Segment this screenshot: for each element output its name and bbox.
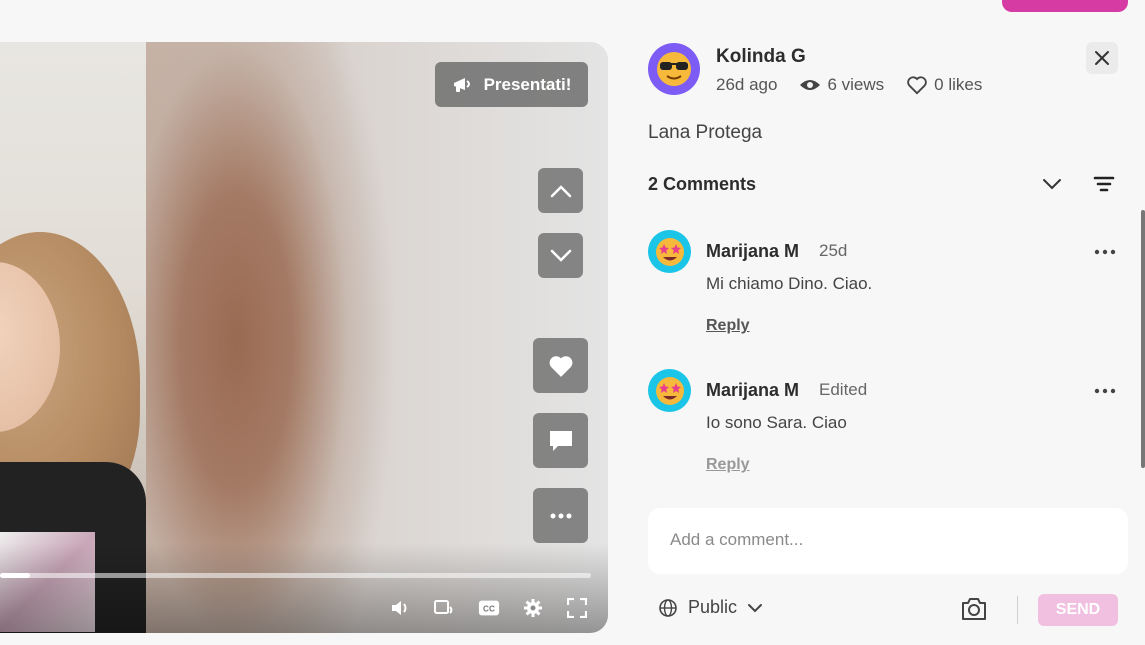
eye-icon: [800, 80, 821, 90]
video-progress-bar[interactable]: [0, 573, 591, 578]
speech-bubble-icon: [549, 430, 572, 451]
chevron-down-icon: [748, 603, 763, 612]
post-time: 26d ago: [716, 75, 778, 94]
fullscreen-button[interactable]: [566, 597, 588, 619]
volume-icon: [392, 601, 407, 615]
star-struck-emoji-icon: [655, 237, 684, 266]
comment-button[interactable]: [533, 413, 588, 468]
visibility-selector[interactable]: Public: [658, 597, 763, 618]
comment-time: 25d: [819, 241, 848, 260]
post-caption: Lana Protega: [648, 122, 763, 143]
video-player[interactable]: Presentati! CC: [0, 42, 608, 633]
commenter-avatar[interactable]: [648, 230, 691, 273]
video-progress-fill: [0, 573, 30, 578]
volume-button[interactable]: [390, 597, 412, 619]
audio-description-icon: [434, 600, 453, 614]
author-name[interactable]: Kolinda G: [716, 46, 806, 68]
close-icon: [1095, 51, 1109, 65]
commenter-name[interactable]: Marijana M: [706, 380, 799, 401]
comment-input[interactable]: Add a comment...: [648, 508, 1128, 574]
likes-count: 0 likes: [934, 75, 983, 94]
more-options-button[interactable]: [533, 488, 588, 543]
commenter-avatar[interactable]: [648, 369, 691, 412]
reply-link[interactable]: Reply: [706, 317, 750, 335]
audio-description-button[interactable]: [434, 597, 456, 619]
video-controls: CC: [390, 597, 588, 619]
close-button[interactable]: [1086, 42, 1118, 74]
star-struck-emoji-icon: [655, 376, 684, 405]
author-avatar[interactable]: [648, 43, 700, 95]
chevron-up-icon: [550, 184, 571, 197]
globe-icon: [659, 598, 677, 617]
heart-icon: [549, 355, 572, 377]
post-meta: 26d ago 6 views 0 likes: [716, 75, 982, 95]
ellipsis-icon: [550, 513, 571, 518]
gear-icon: [524, 599, 542, 617]
svg-text:CC: CC: [483, 605, 495, 614]
comments-count-title: 2 Comments: [648, 174, 757, 194]
captions-button[interactable]: CC: [478, 597, 500, 619]
closed-captions-icon: CC: [478, 600, 500, 616]
heart-outline-icon: [907, 76, 927, 95]
camera-icon[interactable]: [960, 596, 988, 622]
composer-divider: [1017, 596, 1018, 624]
reply-link[interactable]: Reply: [706, 456, 750, 474]
present-button[interactable]: Presentati!: [435, 62, 588, 107]
commenter-name[interactable]: Marijana M: [706, 241, 799, 262]
fullscreen-icon: [567, 598, 587, 618]
chevron-down-icon[interactable]: [1040, 172, 1064, 196]
comments-scrollbar[interactable]: [1141, 210, 1145, 468]
ellipsis-icon[interactable]: [1094, 248, 1116, 256]
comment-edited-label: Edited: [819, 380, 868, 399]
like-button[interactable]: [533, 338, 588, 393]
comment-text: Io sono Sara. Ciao: [706, 413, 847, 432]
megaphone-icon: [453, 77, 470, 92]
settings-button[interactable]: [522, 597, 544, 619]
visibility-label: Public: [688, 597, 738, 617]
views-count: 6 views: [827, 75, 885, 94]
sort-filter-icon[interactable]: [1092, 172, 1116, 196]
send-button[interactable]: SEND: [1038, 594, 1118, 626]
next-video-button[interactable]: [538, 233, 583, 278]
post-details-panel: Kolinda G 26d ago 6 views 0 likes Lana P…: [608, 0, 1145, 645]
comment-text: Mi chiamo Dino. Ciao.: [706, 274, 873, 293]
ellipsis-icon[interactable]: [1094, 387, 1116, 395]
present-label: Presentati!: [483, 74, 572, 94]
sunglasses-emoji-icon: [657, 52, 691, 86]
previous-video-button[interactable]: [538, 168, 583, 213]
chevron-down-icon: [550, 249, 571, 262]
